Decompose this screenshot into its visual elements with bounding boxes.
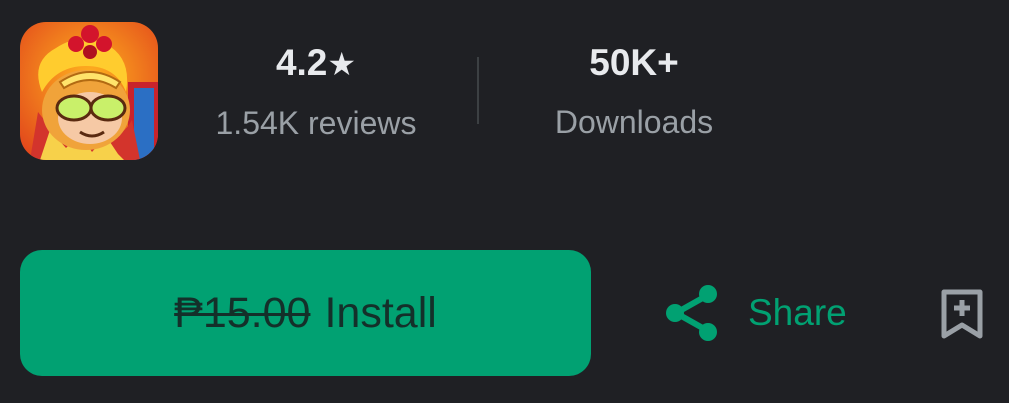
- downloads-stat: 50K+ Downloads: [524, 42, 744, 141]
- original-price: ₱15.00: [174, 288, 311, 337]
- bookmark-add-icon: [941, 289, 983, 339]
- rating-number: 4.2: [275, 42, 328, 83]
- wishlist-button[interactable]: [938, 288, 986, 340]
- share-icon: [666, 285, 717, 341]
- monkey-king-app-icon: [20, 22, 158, 160]
- share-label: Share: [748, 292, 847, 333]
- reviews-count: 1.54K reviews: [215, 105, 417, 141]
- downloads-value: 50K+: [589, 42, 679, 83]
- app-icon: [20, 22, 158, 160]
- install-label: Install: [324, 288, 437, 337]
- star-icon: ★: [327, 46, 357, 82]
- rating-value: 4.2★: [196, 42, 436, 85]
- rating-stat[interactable]: 4.2★ 1.54K reviews: [196, 42, 436, 142]
- stats-divider: [477, 57, 479, 124]
- downloads-label: Downloads: [554, 104, 714, 140]
- share-button[interactable]: Share: [664, 282, 847, 344]
- install-button[interactable]: ₱15.00 Install: [20, 250, 591, 376]
